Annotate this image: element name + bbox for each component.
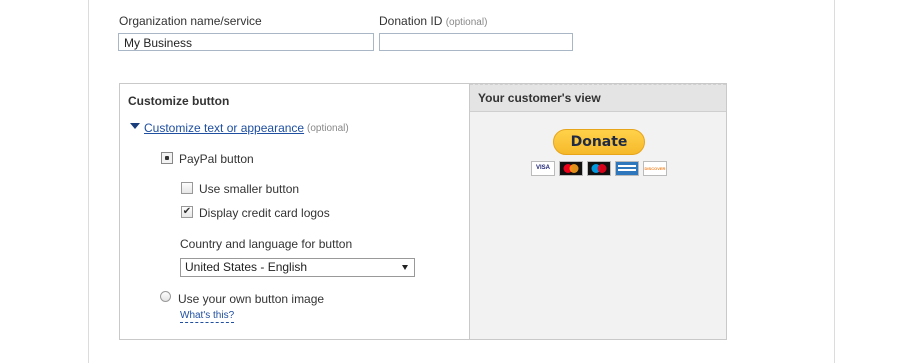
own-image-label: Use your own button image	[178, 292, 325, 306]
customer-view-header: Your customer's view	[470, 84, 726, 112]
container-left-border	[88, 0, 89, 363]
donation-id-input[interactable]	[379, 33, 573, 51]
customize-optional: (optional)	[307, 123, 349, 134]
visa-icon: VISA	[531, 161, 555, 176]
maestro-icon	[587, 161, 611, 176]
donation-id-optional: (optional)	[445, 17, 488, 28]
amex-icon	[615, 161, 639, 176]
discover-icon: DISCOVER	[643, 161, 667, 176]
customer-view-panel: Your customer's view Donate VISA DISCOVE…	[470, 84, 726, 339]
customize-options: Customize button Customize text or appea…	[120, 84, 470, 339]
donation-id-label-text: Donation ID	[379, 14, 443, 28]
country-language-select[interactable]: United States - English	[180, 258, 415, 277]
org-name-input[interactable]: My Business	[118, 33, 374, 51]
paypal-button-label: PayPal button	[179, 152, 254, 166]
smaller-button-checkbox[interactable]	[181, 182, 193, 194]
page: Organization name/service My Business Do…	[0, 0, 900, 363]
mastercard-icon	[559, 161, 583, 176]
disclosure-triangle-icon[interactable]	[130, 123, 140, 129]
own-image-radio[interactable]	[160, 291, 171, 302]
maestro-circles-icon	[591, 164, 607, 173]
smaller-button-label: Use smaller button	[199, 182, 300, 196]
customize-button-title: Customize button	[128, 94, 230, 108]
mastercard-circles-icon	[563, 164, 579, 173]
country-language-value: United States - English	[185, 260, 308, 274]
donation-id-label: Donation ID (optional)	[379, 14, 487, 28]
donate-button-preview: Donate	[553, 129, 645, 155]
customize-text-link[interactable]: Customize text or appearance	[144, 121, 304, 135]
paypal-button-radio[interactable]	[161, 152, 173, 164]
card-logos-label: Display credit card logos	[199, 206, 330, 220]
whats-this-link[interactable]: What's this?	[180, 310, 235, 323]
container-right-border	[834, 0, 835, 363]
amex-lines-icon	[618, 165, 636, 171]
org-name-label: Organization name/service	[119, 14, 262, 28]
country-language-label: Country and language for button	[180, 237, 353, 251]
card-logos-checkbox[interactable]: ✔	[181, 206, 193, 218]
dropdown-arrow-icon	[402, 265, 408, 270]
customize-panel: Customize button Customize text or appea…	[119, 83, 727, 340]
